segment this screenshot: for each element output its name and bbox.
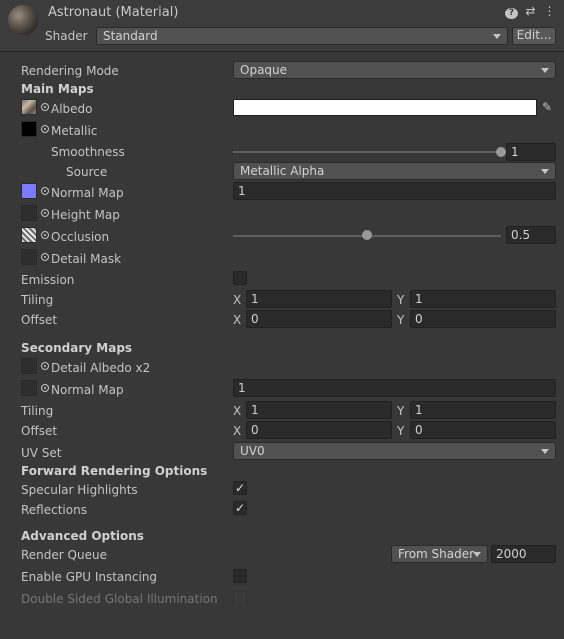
source-label: Source — [66, 165, 108, 179]
albedo-picker-icon[interactable] — [41, 103, 49, 111]
rendering-mode-dropdown[interactable]: Opaque — [233, 61, 556, 79]
secondary-tiling-x-label: X — [233, 404, 242, 418]
secondary-normal-map-texture-slot[interactable] — [21, 380, 37, 396]
albedo-texture-slot[interactable] — [21, 99, 37, 115]
smoothness-slider-handle[interactable] — [496, 147, 506, 157]
normal-map-texture-slot[interactable] — [21, 183, 37, 199]
detail-albedo-texture-slot[interactable] — [21, 358, 37, 374]
detail-mask-texture-slot[interactable] — [21, 249, 37, 265]
double-sided-gi-checkbox — [233, 591, 247, 605]
secondary-normal-map-label: Normal Map — [51, 383, 124, 397]
secondary-offset-y-field[interactable]: 0 — [410, 421, 556, 439]
occlusion-picker-icon[interactable] — [41, 231, 49, 239]
smoothness-slider-track[interactable] — [233, 151, 501, 153]
secondary-tiling-y-field[interactable]: 1 — [410, 401, 556, 419]
material-header: Astronaut (Material) ? ⇄ ⋮ Shader Standa… — [0, 0, 564, 52]
specular-highlights-checkbox[interactable]: ✓ — [233, 481, 247, 495]
source-dropdown[interactable]: Metallic Alpha — [233, 162, 556, 180]
secondary-offset-y-label: Y — [397, 424, 405, 438]
help-icon[interactable]: ? — [505, 4, 518, 19]
render-queue-source-dropdown[interactable]: From Shader — [391, 545, 488, 563]
rendering-mode-value: Opaque — [240, 63, 288, 77]
detail-mask-label: Detail Mask — [51, 252, 122, 266]
main-maps-heading: Main Maps — [21, 82, 94, 96]
offset-y-label: Y — [397, 313, 405, 327]
normal-map-scale-field[interactable]: 1 — [233, 182, 556, 200]
specular-highlights-label: Specular Highlights — [21, 483, 138, 497]
metallic-picker-icon[interactable] — [41, 125, 49, 133]
render-queue-value-field[interactable]: 2000 — [491, 545, 556, 563]
uv-set-dropdown[interactable]: UV0 — [233, 442, 556, 460]
occlusion-value-field[interactable]: 0.5 — [506, 226, 556, 244]
reflections-checkbox[interactable]: ✓ — [233, 501, 247, 515]
header-icons: ? ⇄ ⋮ — [505, 4, 556, 19]
emission-checkbox[interactable] — [233, 271, 247, 285]
tiling-y-field[interactable]: 1 — [410, 290, 556, 308]
albedo-label: Albedo — [51, 102, 93, 116]
eyedropper-icon[interactable]: ✎ — [539, 99, 555, 115]
secondary-maps-heading: Secondary Maps — [21, 341, 133, 355]
material-title: Astronaut (Material) — [48, 5, 179, 20]
reflections-label: Reflections — [21, 503, 87, 517]
height-map-picker-icon[interactable] — [41, 209, 49, 217]
material-preview-icon — [8, 5, 38, 35]
render-queue-label: Render Queue — [21, 548, 107, 562]
secondary-offset-x-field[interactable]: 0 — [246, 421, 392, 439]
height-map-label: Height Map — [51, 208, 120, 222]
rendering-mode-label: Rendering Mode — [21, 64, 119, 78]
gpu-instancing-label: Enable GPU Instancing — [21, 570, 158, 584]
normal-map-picker-icon[interactable] — [41, 187, 49, 195]
chevron-down-icon — [541, 169, 549, 174]
metallic-texture-slot[interactable] — [21, 121, 37, 137]
offset-label: Offset — [21, 313, 58, 327]
secondary-normal-map-picker-icon[interactable] — [41, 384, 49, 392]
shader-label: Shader — [45, 29, 88, 43]
uv-set-value: UV0 — [240, 444, 265, 458]
secondary-tiling-x-field[interactable]: 1 — [246, 401, 392, 419]
emission-label: Emission — [21, 273, 75, 287]
more-icon[interactable]: ⋮ — [543, 4, 556, 19]
tiling-x-label: X — [233, 293, 242, 307]
settings-icon[interactable]: ⇄ — [524, 4, 537, 19]
tiling-label: Tiling — [21, 293, 54, 307]
smoothness-value-field[interactable]: 1 — [506, 143, 556, 161]
offset-x-field[interactable]: 0 — [246, 310, 392, 328]
smoothness-label: Smoothness — [51, 145, 125, 159]
normal-map-label: Normal Map — [51, 186, 124, 200]
tiling-y-label: Y — [397, 293, 405, 307]
secondary-offset-label: Offset — [21, 424, 58, 438]
double-sided-gi-label: Double Sided Global Illumination — [21, 592, 218, 606]
tiling-x-field[interactable]: 1 — [246, 290, 392, 308]
occlusion-texture-slot[interactable] — [21, 227, 37, 243]
shader-dropdown[interactable]: Standard — [96, 27, 508, 45]
secondary-tiling-y-label: Y — [397, 404, 405, 418]
secondary-offset-x-label: X — [233, 424, 242, 438]
chevron-down-icon — [473, 552, 481, 557]
metallic-label: Metallic — [51, 124, 98, 138]
forward-rendering-heading: Forward Rendering Options — [21, 464, 208, 478]
secondary-tiling-label: Tiling — [21, 404, 54, 418]
gpu-instancing-checkbox[interactable] — [233, 569, 247, 583]
chevron-down-icon — [541, 449, 549, 454]
shader-value: Standard — [103, 29, 158, 43]
chevron-down-icon — [541, 68, 549, 73]
occlusion-label: Occlusion — [51, 230, 110, 244]
edit-shader-button[interactable]: Edit... — [512, 27, 556, 45]
offset-x-label: X — [233, 313, 242, 327]
source-value: Metallic Alpha — [240, 164, 325, 178]
height-map-texture-slot[interactable] — [21, 205, 37, 221]
render-queue-source-value: From Shader — [398, 547, 475, 561]
advanced-options-heading: Advanced Options — [21, 529, 144, 543]
detail-albedo-label: Detail Albedo x2 — [51, 361, 151, 375]
albedo-color-field[interactable] — [233, 99, 537, 116]
chevron-down-icon — [493, 34, 501, 39]
detail-mask-picker-icon[interactable] — [41, 253, 49, 261]
uv-set-label: UV Set — [21, 446, 62, 460]
occlusion-slider-handle[interactable] — [362, 230, 372, 240]
secondary-normal-map-scale-field[interactable]: 1 — [233, 379, 556, 397]
offset-y-field[interactable]: 0 — [410, 310, 556, 328]
detail-albedo-picker-icon[interactable] — [41, 362, 49, 370]
